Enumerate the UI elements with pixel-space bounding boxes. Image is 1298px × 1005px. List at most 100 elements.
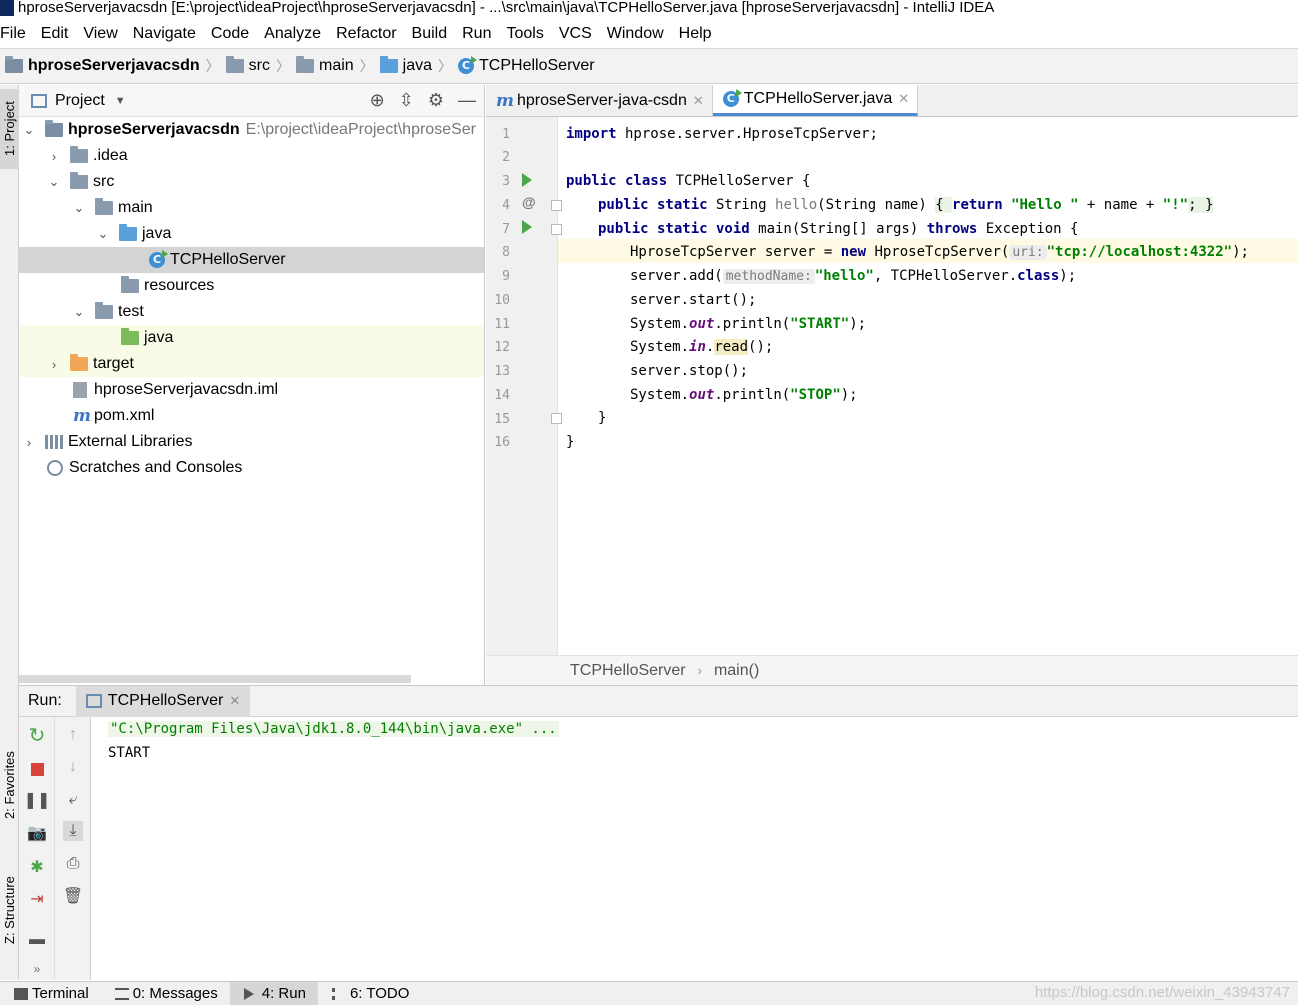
menu-edit[interactable]: Edit: [41, 25, 76, 43]
left-tool-strip: 1: Project 2: Favorites Z: Structure: [0, 85, 19, 980]
tab-tcphelloserver[interactable]: C TCPHelloServer.java ✕: [712, 85, 919, 116]
horizontal-scrollbar[interactable]: [19, 675, 411, 683]
run-tab-tcphelloserver[interactable]: TCPHelloServer ✕: [75, 685, 251, 717]
chevron-down-icon[interactable]: ⌄: [73, 200, 85, 216]
more-icon[interactable]: »: [27, 959, 47, 979]
crumb-java[interactable]: java 〉: [379, 56, 458, 76]
tree-item-project-root[interactable]: ⌄ hproseServerjavacsdn E:\project\ideaProj…: [19, 117, 484, 143]
close-icon[interactable]: ✕: [229, 693, 240, 709]
rerun-icon[interactable]: ↻: [27, 725, 47, 747]
fold-end-icon[interactable]: [551, 413, 562, 424]
project-view-selector[interactable]: Project: [55, 92, 105, 110]
fold-collapse-icon[interactable]: [551, 224, 562, 235]
chevron-down-icon[interactable]: ⌄: [73, 304, 85, 320]
arrow-up-icon[interactable]: ↑: [63, 725, 83, 745]
run-icon: [243, 987, 254, 1000]
chevron-down-icon[interactable]: ▼: [115, 95, 126, 107]
hide-panel-icon[interactable]: —: [458, 90, 476, 111]
chevron-right-icon[interactable]: ›: [48, 357, 60, 372]
menu-run[interactable]: Run: [462, 25, 498, 43]
menu-build[interactable]: Build: [412, 25, 455, 43]
tab-favorites-tool[interactable]: 2: Favorites: [0, 745, 19, 825]
crumb-src[interactable]: src 〉: [225, 56, 296, 76]
scroll-to-end-icon[interactable]: ⤓: [63, 821, 83, 841]
chevron-down-icon[interactable]: ⌄: [48, 174, 60, 190]
layout-icon[interactable]: ▬: [27, 930, 47, 950]
tree-item-test[interactable]: ⌄ test: [19, 299, 484, 325]
tree-item-target[interactable]: › target: [19, 351, 484, 377]
code-editor[interactable]: 1 2 3 4 7 8 9 10 11 12 13 14 15 16 @ imp…: [486, 117, 1298, 655]
tree-item-idea[interactable]: › .idea: [19, 143, 484, 169]
code-line-12: System.in.read();: [630, 339, 774, 355]
pause-icon[interactable]: ❚❚: [24, 790, 51, 810]
run-console[interactable]: "C:\Program Files\Java\jdk1.8.0_144\bin\…: [92, 717, 1298, 980]
crumb-class[interactable]: C TCPHelloServer: [458, 56, 595, 75]
tree-item-external-libraries[interactable]: › External Libraries: [19, 429, 484, 455]
menu-help[interactable]: Help: [679, 25, 719, 43]
exit-icon[interactable]: ⇥: [27, 889, 47, 909]
chevron-down-icon[interactable]: ⌄: [97, 226, 109, 242]
chevron-right-icon[interactable]: ›: [23, 435, 35, 450]
chevron-right-icon[interactable]: ›: [48, 149, 60, 164]
tree-item-scratches[interactable]: Scratches and Consoles: [19, 455, 484, 481]
editor-crumb-class[interactable]: TCPHelloServer: [570, 662, 686, 680]
tree-item-tcphelloserver[interactable]: C TCPHelloServer: [19, 247, 484, 273]
camera-dump-icon[interactable]: 📷: [27, 823, 47, 843]
code-line-4: public static String hello(String name) …: [598, 197, 1214, 213]
fold-expand-icon[interactable]: [551, 200, 562, 211]
menu-navigate[interactable]: Navigate: [133, 25, 203, 43]
test-folder-icon: [121, 328, 139, 345]
line-number: 16: [494, 435, 510, 450]
tree-item-test-java[interactable]: java: [19, 325, 484, 351]
menu-file[interactable]: File: [0, 25, 33, 43]
trash-icon[interactable]: 🗑: [63, 886, 83, 906]
debug-bug-icon[interactable]: ✱: [27, 857, 47, 877]
menu-analyze[interactable]: Analyze: [264, 25, 328, 43]
tool-terminal[interactable]: Terminal: [0, 982, 101, 1005]
print-icon[interactable]: ⎙: [63, 854, 83, 874]
folder-icon: [295, 56, 314, 73]
run-gutter-icon[interactable]: [522, 220, 532, 234]
line-number: 13: [494, 364, 510, 379]
stop-icon[interactable]: [27, 759, 47, 779]
tree-item-resources[interactable]: resources: [19, 273, 484, 299]
tool-messages[interactable]: 0: Messages: [101, 982, 230, 1005]
tool-run[interactable]: 4: Run: [229, 981, 318, 1005]
menu-vcs[interactable]: VCS: [559, 25, 599, 43]
menu-code[interactable]: Code: [211, 25, 256, 43]
tree-item-pom[interactable]: m pom.xml: [19, 403, 484, 429]
run-gutter-icon[interactable]: [522, 173, 532, 187]
arrow-down-icon[interactable]: ↓: [63, 757, 83, 777]
collapse-all-icon[interactable]: ⇳: [399, 90, 414, 111]
editor-crumb-method[interactable]: main(): [714, 662, 759, 680]
tab-pom[interactable]: m hproseServer-java-csdn ✕: [486, 85, 713, 116]
editor-tab-bar: m hproseServer-java-csdn ✕ C TCPHelloServer…: [486, 85, 1298, 117]
tab-project-tool[interactable]: 1: Project: [0, 89, 19, 169]
navigation-breadcrumb: hproseServerjavacsdn 〉 src 〉 main 〉 java 〉 C…: [0, 48, 1298, 84]
menu-refactor[interactable]: Refactor: [336, 25, 403, 43]
locate-target-icon[interactable]: ⊕: [370, 90, 385, 111]
menu-tools[interactable]: Tools: [506, 25, 550, 43]
code-line-14: System.out.println("STOP");: [630, 387, 858, 403]
tree-item-main[interactable]: ⌄ main: [19, 195, 484, 221]
tab-structure-tool[interactable]: Z: Structure: [0, 865, 19, 955]
crumb-main[interactable]: main 〉: [295, 56, 380, 76]
module-folder-icon: [5, 56, 23, 73]
tree-item-iml[interactable]: hproseServerjavacsdn.iml: [19, 377, 484, 403]
close-icon[interactable]: ✕: [898, 91, 909, 107]
gear-icon[interactable]: ⚙: [428, 90, 444, 111]
scratches-icon: [47, 460, 63, 476]
crumb-project[interactable]: hproseServerjavacsdn 〉: [5, 56, 226, 76]
maven-icon: m: [496, 90, 514, 111]
tree-item-src[interactable]: ⌄ src: [19, 169, 484, 195]
chevron-down-icon[interactable]: ⌄: [23, 122, 35, 138]
annotation-at-icon[interactable]: @: [522, 194, 536, 210]
soft-wrap-icon[interactable]: ⤶: [63, 790, 83, 810]
menu-window[interactable]: Window: [607, 25, 671, 43]
close-icon[interactable]: ✕: [693, 93, 704, 109]
line-number: 3: [502, 174, 510, 189]
menu-view[interactable]: View: [83, 25, 124, 43]
tool-todo[interactable]: 6: TODO: [318, 982, 421, 1005]
tree-item-main-java[interactable]: ⌄ java: [19, 221, 484, 247]
module-file-icon: [73, 382, 87, 398]
